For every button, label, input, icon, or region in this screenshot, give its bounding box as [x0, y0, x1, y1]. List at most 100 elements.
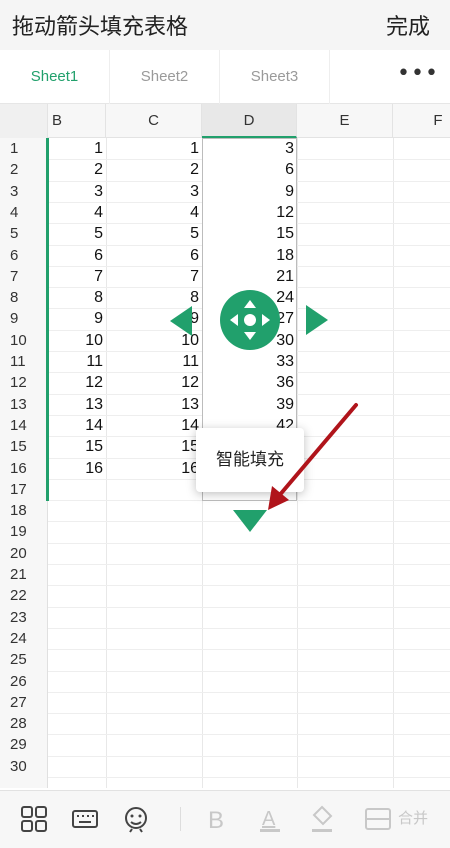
- grid-menu-icon[interactable]: [16, 801, 52, 837]
- tab-sheet2[interactable]: Sheet2: [110, 50, 220, 104]
- row-number[interactable]: 13: [0, 394, 48, 415]
- column-header-b[interactable]: B: [48, 104, 106, 138]
- svg-text:B: B: [208, 807, 224, 834]
- keyboard-icon[interactable]: [67, 801, 103, 837]
- row-number[interactable]: 15: [0, 436, 48, 457]
- column-header-d[interactable]: D: [202, 104, 297, 138]
- column-header-f[interactable]: F: [393, 104, 450, 138]
- row-number[interactable]: 3: [0, 181, 48, 202]
- row-number[interactable]: 5: [0, 223, 48, 244]
- row-number[interactable]: 26: [0, 671, 48, 692]
- row-number[interactable]: 23: [0, 607, 48, 628]
- cell-c[interactable]: 7: [106, 266, 202, 287]
- cell-d[interactable]: 39: [202, 394, 297, 415]
- move-handle-icon[interactable]: [220, 290, 280, 350]
- row-number[interactable]: 16: [0, 458, 48, 479]
- cell-b[interactable]: 10: [48, 330, 106, 351]
- row-number[interactable]: 8: [0, 287, 48, 308]
- cell-d[interactable]: 6: [202, 159, 297, 180]
- row-number[interactable]: 18: [0, 500, 48, 521]
- cell-b[interactable]: 16: [48, 458, 106, 479]
- fill-right-arrow-icon[interactable]: [306, 305, 328, 335]
- cell-b[interactable]: 12: [48, 372, 106, 393]
- row-number[interactable]: 7: [0, 266, 48, 287]
- merge-label[interactable]: 合并: [398, 807, 428, 828]
- row-number[interactable]: 11: [0, 351, 48, 372]
- cell-c[interactable]: 12: [106, 372, 202, 393]
- cell-c[interactable]: 2: [106, 159, 202, 180]
- cell-d[interactable]: 33: [202, 351, 297, 372]
- cell-b[interactable]: 9: [48, 308, 106, 329]
- cell-d[interactable]: 3: [202, 138, 297, 159]
- svg-text:A: A: [262, 808, 276, 830]
- cell-d[interactable]: 36: [202, 372, 297, 393]
- emoji-icon[interactable]: [118, 801, 154, 837]
- row-number[interactable]: 1: [0, 138, 48, 159]
- row-number[interactable]: 17: [0, 479, 48, 500]
- cell-d[interactable]: 21: [202, 266, 297, 287]
- cell-c[interactable]: 13: [106, 394, 202, 415]
- smart-fill-popup[interactable]: 智能填充: [196, 428, 304, 492]
- row-number[interactable]: 22: [0, 585, 48, 606]
- row-number[interactable]: 30: [0, 756, 48, 777]
- bottom-toolbar: B A 合并: [0, 790, 450, 848]
- row-number[interactable]: 2: [0, 159, 48, 180]
- cell-c[interactable]: 16: [106, 458, 202, 479]
- fill-color-icon[interactable]: [304, 801, 340, 837]
- cell-d[interactable]: 18: [202, 245, 297, 266]
- row-number[interactable]: 24: [0, 628, 48, 649]
- cell-b[interactable]: 13: [48, 394, 106, 415]
- bold-icon[interactable]: B: [199, 801, 235, 837]
- cell-c[interactable]: 15: [106, 436, 202, 457]
- row-number[interactable]: 4: [0, 202, 48, 223]
- done-button[interactable]: 完成: [386, 9, 430, 41]
- cell-b[interactable]: 2: [48, 159, 106, 180]
- row-number[interactable]: 25: [0, 649, 48, 670]
- selected-rows-indicator: [46, 138, 49, 501]
- cell-c[interactable]: 6: [106, 245, 202, 266]
- cell-c[interactable]: 14: [106, 415, 202, 436]
- cell-d[interactable]: 9: [202, 181, 297, 202]
- row-number[interactable]: 12: [0, 372, 48, 393]
- merge-cells-icon[interactable]: [360, 801, 396, 837]
- row-number[interactable]: 9: [0, 308, 48, 329]
- row-number[interactable]: 27: [0, 692, 48, 713]
- cell-b[interactable]: 1: [48, 138, 106, 159]
- row-number[interactable]: 19: [0, 521, 48, 542]
- row-number[interactable]: 28: [0, 713, 48, 734]
- tab-sheet1[interactable]: Sheet1: [0, 50, 110, 104]
- column-header-e[interactable]: E: [297, 104, 393, 138]
- text-color-icon[interactable]: A: [252, 801, 288, 837]
- row-number[interactable]: 29: [0, 734, 48, 755]
- row-number[interactable]: 6: [0, 245, 48, 266]
- fill-left-arrow-icon[interactable]: [170, 306, 192, 336]
- row-number[interactable]: 21: [0, 564, 48, 585]
- cell-c[interactable]: 11: [106, 351, 202, 372]
- row-number[interactable]: 14: [0, 415, 48, 436]
- cell-c[interactable]: 1: [106, 138, 202, 159]
- cell-b[interactable]: 6: [48, 245, 106, 266]
- cell-b[interactable]: 14: [48, 415, 106, 436]
- fill-down-arrow-icon[interactable]: [233, 510, 267, 532]
- cell-c[interactable]: 4: [106, 202, 202, 223]
- cell-d[interactable]: 15: [202, 223, 297, 244]
- tab-sheet3[interactable]: Sheet3: [220, 50, 330, 104]
- row-number[interactable]: 20: [0, 543, 48, 564]
- cell-b[interactable]: 5: [48, 223, 106, 244]
- cell-d[interactable]: 12: [202, 202, 297, 223]
- column-header-row: B C D E F: [0, 104, 450, 138]
- cell-b[interactable]: 4: [48, 202, 106, 223]
- cell-b[interactable]: 11: [48, 351, 106, 372]
- corner-cell[interactable]: [0, 104, 48, 138]
- cell-c[interactable]: 5: [106, 223, 202, 244]
- smart-fill-label[interactable]: 智能填充: [196, 428, 304, 492]
- column-header-c[interactable]: C: [106, 104, 202, 138]
- cell-c[interactable]: 3: [106, 181, 202, 202]
- cell-b[interactable]: 8: [48, 287, 106, 308]
- cell-b[interactable]: 3: [48, 181, 106, 202]
- more-options-button[interactable]: •••: [386, 50, 450, 104]
- row-number[interactable]: 10: [0, 330, 48, 351]
- cell-b[interactable]: 7: [48, 266, 106, 287]
- page-title: 拖动箭头填充表格: [12, 15, 189, 40]
- cell-b[interactable]: 15: [48, 436, 106, 457]
